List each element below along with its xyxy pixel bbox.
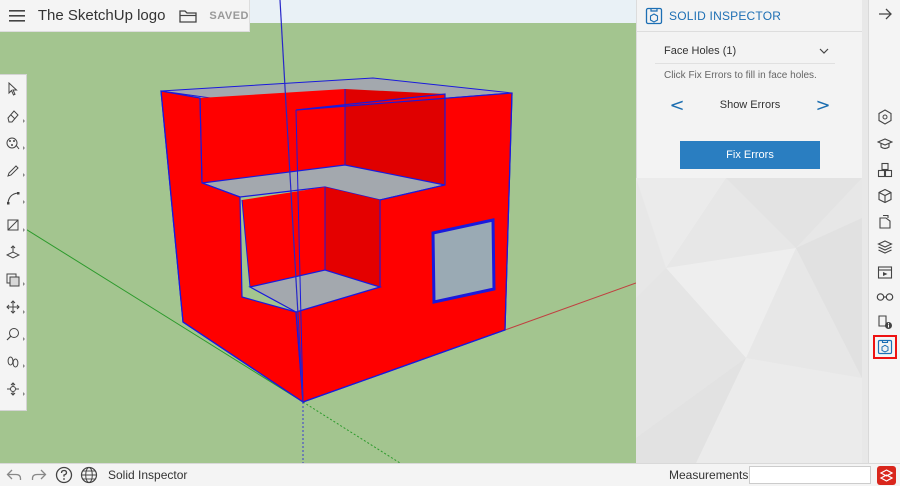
move-icon[interactable] [0,293,26,320]
solid-inspector-icon[interactable] [873,335,897,359]
tape-measure-icon[interactable] [0,321,26,348]
model-viewport[interactable] [0,0,636,463]
model-title[interactable]: The SketchUp logo [38,7,166,24]
face-hole[interactable] [431,218,496,304]
arc-icon[interactable] [0,184,26,211]
tool-palette [0,74,27,411]
styles-icon[interactable] [873,210,897,234]
paint-bucket-icon[interactable] [0,130,26,157]
help-icon[interactable] [53,464,75,486]
orbit-icon[interactable] [0,375,26,402]
show-errors-label[interactable]: Show Errors [720,99,781,111]
status-bar: Solid Inspector Measurements [0,463,900,486]
title-bar: The SketchUp logo SAVED [0,0,250,32]
status-text: Solid Inspector [108,468,188,482]
measurements-input[interactable] [749,466,871,484]
green-axis-hidden [302,401,401,463]
push-pull-icon[interactable] [0,239,26,266]
redo-icon[interactable] [28,464,50,486]
layers-icon[interactable] [873,235,897,259]
display-icon[interactable] [873,285,897,309]
collapse-panel-icon[interactable] [875,4,895,24]
menu-icon[interactable] [0,0,34,32]
scenes-icon[interactable] [873,260,897,284]
measurements-label: Measurements [669,468,749,482]
select-icon[interactable] [0,75,26,102]
instructor-icon[interactable] [873,132,897,156]
panel-header: SOLID INSPECTOR [637,0,862,32]
model-scene[interactable] [0,0,636,463]
walk-icon[interactable] [0,348,26,375]
eraser-icon[interactable] [0,102,26,129]
solid-inspector-icon [645,7,663,24]
folder-icon[interactable] [177,0,199,32]
panel-background-pattern [636,178,862,463]
next-error-button[interactable]: > [815,95,831,116]
chevron-down-icon [819,48,829,54]
hint-text: Click Fix Errors to fill in face holes. [664,70,817,81]
fix-errors-button[interactable]: Fix Errors [680,141,820,169]
materials-icon[interactable] [873,184,897,208]
panel-title: SOLID INSPECTOR [669,8,782,23]
globe-icon[interactable] [78,464,100,486]
error-navigation: < Show Errors > [669,94,831,116]
pocket-back-wall [242,187,325,287]
right-tray [868,0,900,463]
undo-icon[interactable] [3,464,25,486]
issue-type-select[interactable]: Face Holes (1) [655,38,835,64]
save-status: SAVED [209,9,249,22]
solid-inspector-panel: SOLID INSPECTOR Face Holes (1) Click Fix… [636,0,862,463]
model-info-icon[interactable] [873,310,897,334]
red-axis [504,282,636,331]
sketchup-logo-icon[interactable] [877,466,896,485]
previous-error-button[interactable]: < [669,95,685,116]
entity-info-icon[interactable] [873,105,897,129]
offset-icon[interactable] [0,266,26,293]
rectangle-icon[interactable] [0,211,26,238]
pencil-icon[interactable] [0,157,26,184]
components-icon[interactable] [873,158,897,182]
issue-type-label: Face Holes (1) [664,44,737,57]
